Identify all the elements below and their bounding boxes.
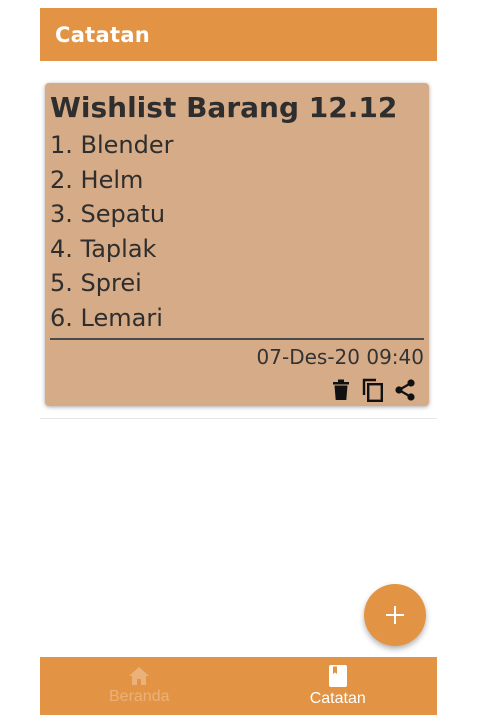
page-title: Catatan: [55, 22, 151, 47]
note-title: Wishlist Barang 12.12: [50, 91, 398, 124]
add-note-button[interactable]: [364, 584, 426, 646]
nav-item-catatan[interactable]: Catatan: [239, 657, 438, 715]
list-divider: [40, 418, 437, 419]
note-divider: [50, 338, 424, 340]
note-line: 6. Lemari: [50, 303, 163, 332]
nav-label: Beranda: [109, 688, 170, 705]
copy-icon[interactable]: [359, 376, 387, 404]
note-line: 2. Helm: [50, 165, 144, 194]
nav-label: Catatan: [309, 690, 366, 707]
book-icon: [328, 665, 347, 687]
share-icon[interactable]: [391, 376, 419, 404]
note-line: 5. Sprei: [50, 269, 142, 297]
plus-icon: [386, 606, 404, 624]
note-line: 3. Sepatu: [50, 200, 166, 228]
note-line: 4. Taplak: [50, 234, 157, 263]
app-screen: Catatan Wishlist Barang 12.12 1. Blender…: [40, 8, 437, 715]
app-bar: Catatan: [40, 8, 437, 61]
note-timestamp: 07-Des-20 09:40: [256, 345, 424, 369]
note-line: 1. Blender: [50, 131, 174, 159]
note-card[interactable]: Wishlist Barang 12.12 1. Blender 2. Helm…: [45, 83, 429, 406]
home-icon: [129, 667, 150, 685]
nav-item-beranda[interactable]: Beranda: [40, 657, 239, 715]
note-actions: [323, 376, 419, 404]
delete-icon[interactable]: [327, 376, 355, 404]
note-content: 1. Blender 2. Helm 3. Sepatu 4. Taplak 5…: [50, 128, 174, 335]
bottom-navigation: Beranda Catatan: [40, 657, 437, 715]
